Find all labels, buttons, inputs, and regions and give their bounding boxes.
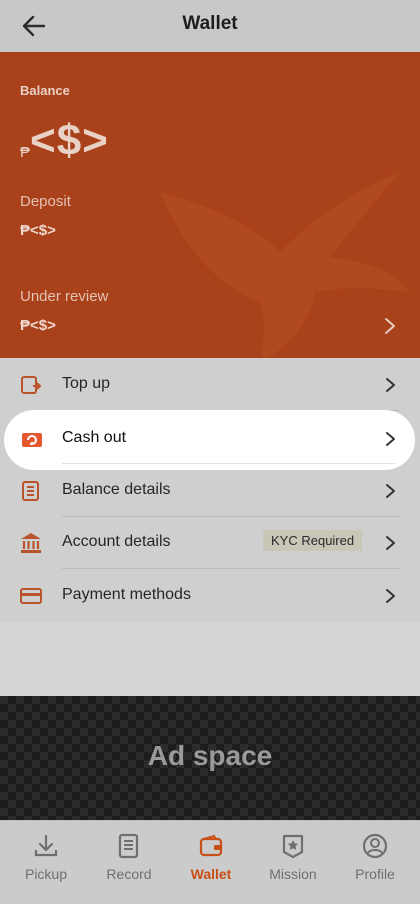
divider bbox=[62, 463, 395, 464]
download-icon bbox=[34, 834, 58, 857]
wallet-icon bbox=[199, 834, 223, 857]
kyc-required-badge: KYC Required bbox=[263, 530, 363, 551]
page-title: Wallet bbox=[182, 13, 238, 34]
tab-label: Wallet bbox=[190, 866, 232, 882]
tab-record[interactable]: Record bbox=[87, 821, 171, 904]
chevron-right-icon bbox=[386, 432, 395, 446]
chevron-right-icon[interactable] bbox=[380, 314, 400, 338]
menu-item-label: Account details bbox=[62, 533, 171, 550]
menu-item-account-details[interactable]: Account details KYC Required bbox=[0, 516, 420, 569]
app-header: Wallet bbox=[0, 0, 420, 52]
wallet-menu: Top up Balance details Account details K… bbox=[0, 358, 420, 622]
menu-item-top-up[interactable]: Top up bbox=[0, 358, 420, 411]
ad-label: Ad space bbox=[147, 740, 273, 771]
tab-mission[interactable]: Mission bbox=[251, 821, 335, 904]
tab-wallet[interactable]: Wallet bbox=[169, 821, 253, 904]
record-icon bbox=[118, 833, 139, 859]
chevron-right-icon bbox=[386, 589, 395, 603]
menu-item-payment-methods[interactable]: Payment methods bbox=[0, 569, 420, 622]
chevron-right-icon bbox=[386, 536, 395, 550]
balance-label: Balance bbox=[20, 83, 70, 98]
ad-banner[interactable]: Ad space bbox=[0, 696, 420, 820]
badge-star-icon bbox=[282, 834, 304, 859]
chevron-right-icon bbox=[386, 378, 395, 392]
tab-label: Mission bbox=[269, 866, 317, 882]
cash-out-icon bbox=[22, 433, 42, 447]
tab-label: Record bbox=[106, 866, 152, 882]
deposit-amount: ₱<$> bbox=[20, 222, 56, 239]
menu-item-balance-details[interactable]: Balance details bbox=[0, 464, 420, 517]
balance-value: <$> bbox=[30, 116, 109, 165]
profile-icon bbox=[362, 833, 388, 859]
chevron-right-icon bbox=[386, 484, 395, 498]
tab-label: Profile bbox=[355, 866, 395, 882]
under-review-label: Under review bbox=[20, 288, 109, 305]
tab-pickup[interactable]: Pickup bbox=[4, 821, 88, 904]
balance-amount: ₱<$> bbox=[20, 116, 109, 166]
menu-item-label: Cash out bbox=[62, 429, 127, 446]
spacer bbox=[0, 622, 420, 696]
currency-symbol: ₱ bbox=[20, 144, 31, 161]
menu-item-cash-out[interactable]: Cash out bbox=[4, 410, 415, 470]
credit-card-icon bbox=[20, 588, 42, 604]
bank-icon bbox=[21, 533, 41, 553]
hummingbird-watermark-icon bbox=[160, 172, 410, 358]
tab-profile[interactable]: Profile bbox=[333, 821, 417, 904]
under-review-amount: ₱<$> bbox=[20, 317, 56, 334]
menu-item-label: Balance details bbox=[62, 481, 171, 498]
balance-card: Balance ₱<$> Deposit ₱<$> Under review ₱… bbox=[0, 52, 420, 358]
menu-item-label: Top up bbox=[62, 375, 111, 392]
deposit-label: Deposit bbox=[20, 193, 71, 210]
bottom-tab-bar: Pickup Record Wallet Mission Profile bbox=[0, 820, 420, 904]
menu-item-label: Payment methods bbox=[62, 586, 191, 603]
tab-label: Pickup bbox=[24, 866, 68, 882]
top-up-icon bbox=[21, 376, 42, 394]
document-list-icon bbox=[22, 481, 39, 501]
